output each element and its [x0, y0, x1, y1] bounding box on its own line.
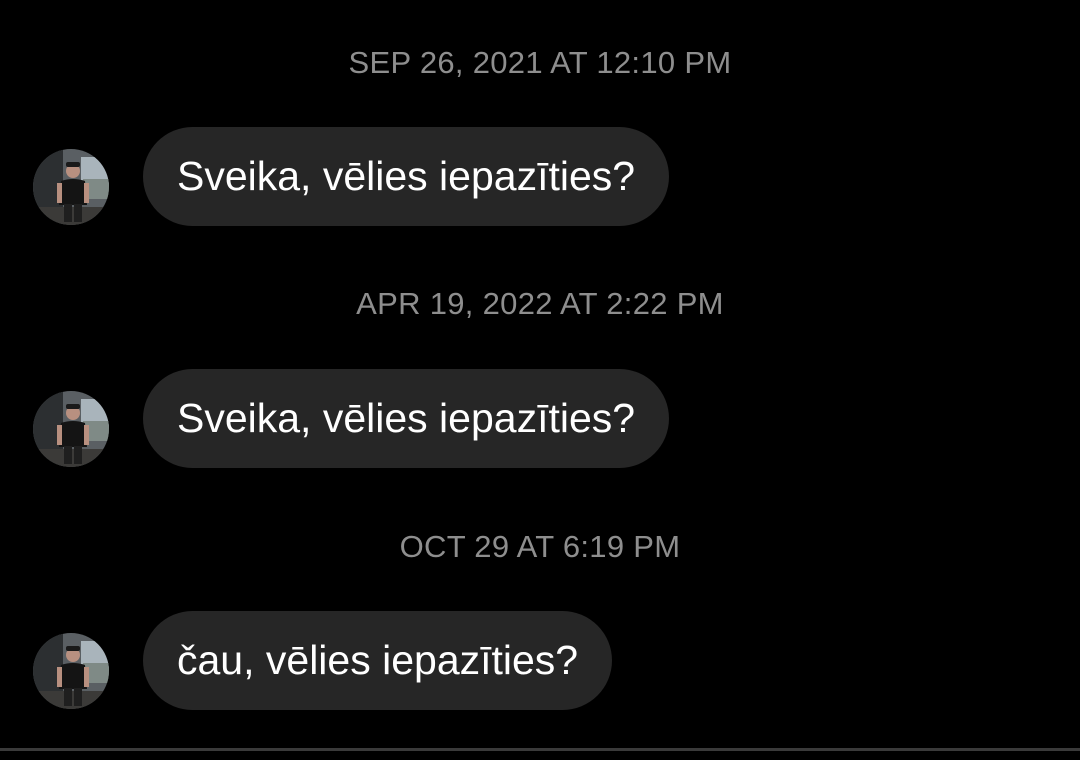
message-text: Sveika, vēlies iepazīties?: [177, 153, 636, 199]
sender-avatar[interactable]: [33, 633, 109, 709]
message-timestamp: SEP 26, 2021 AT 12:10 PM: [348, 45, 732, 80]
message-timestamp: OCT 29 AT 6:19 PM: [399, 529, 681, 564]
message-timestamp: APR 19, 2022 AT 2:22 PM: [356, 286, 724, 321]
user-avatar-photo-icon: [33, 633, 109, 709]
message-bubble[interactable]: Sveika, vēlies iepazīties?: [143, 369, 670, 468]
user-avatar-photo-icon: [33, 149, 109, 225]
message-bubble[interactable]: čau, vēlies iepazīties?: [143, 611, 613, 710]
composer-divider: [0, 748, 1080, 751]
user-avatar-photo-icon: [33, 391, 109, 467]
sender-avatar[interactable]: [33, 149, 109, 225]
message-bubble[interactable]: Sveika, vēlies iepazīties?: [143, 127, 670, 226]
message-text: čau, vēlies iepazīties?: [177, 637, 579, 683]
message-text: Sveika, vēlies iepazīties?: [177, 395, 636, 441]
sender-avatar[interactable]: [33, 391, 109, 467]
